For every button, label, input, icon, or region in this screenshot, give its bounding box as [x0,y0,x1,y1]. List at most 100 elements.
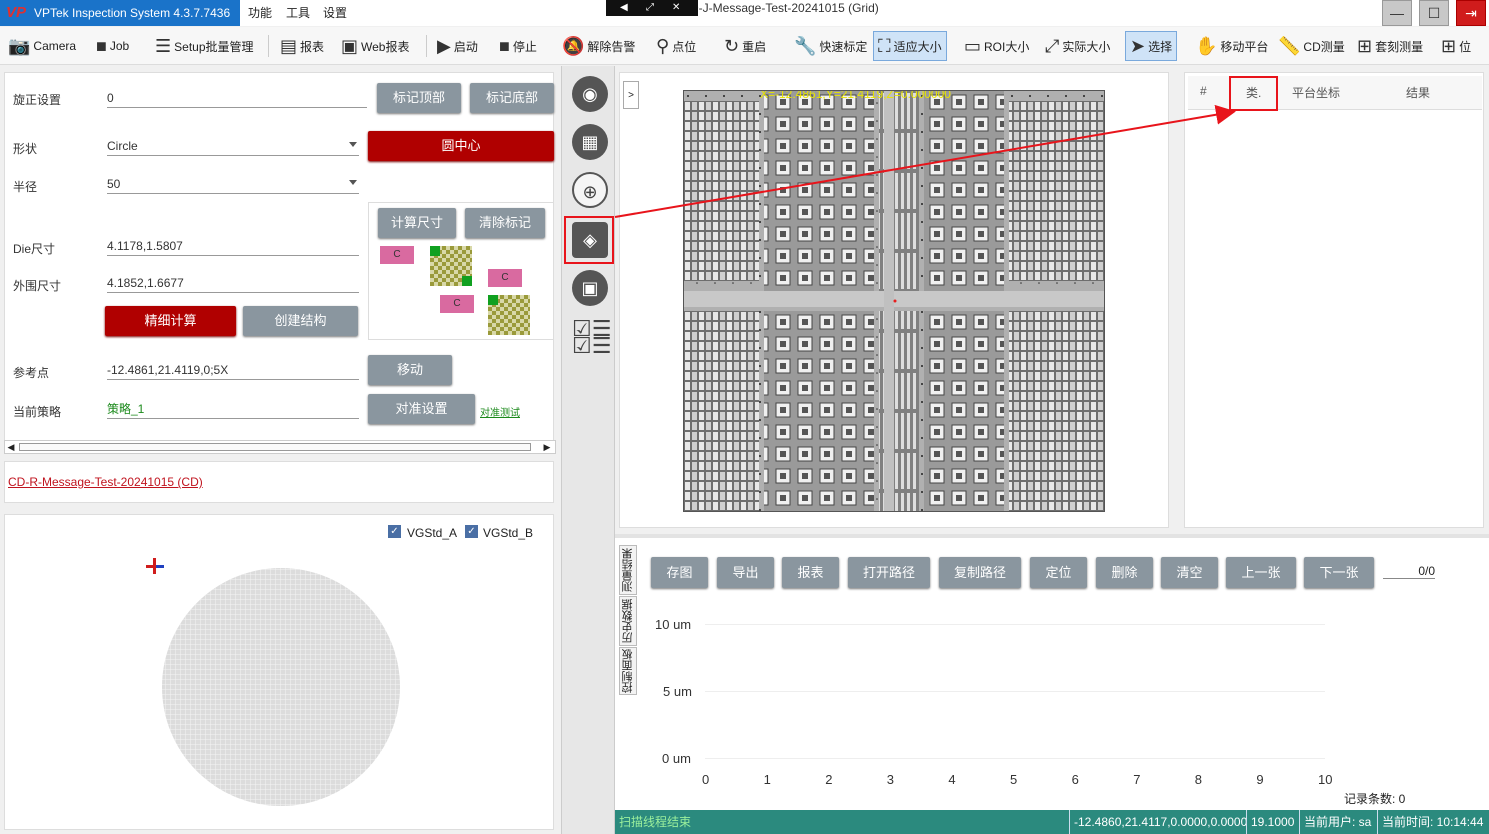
tab-history-data[interactable]: 历史数据 [619,596,637,646]
report-bottom-button[interactable]: 报表 [782,557,839,588]
position-button[interactable]: ⊞ 位 [1441,31,1471,61]
roi-icon: ▭ [964,36,982,56]
setup-batch-button[interactable]: ☰ Setup批量管理 [155,31,254,61]
outer-size-label: 外围尺寸 [13,279,62,293]
job-button[interactable]: ■ Job [96,31,129,61]
radius-select[interactable]: 50 [107,176,359,194]
scroll-left-icon[interactable]: ◀ [5,441,17,453]
menu-function[interactable]: 功能 [248,0,272,26]
corner-marker [430,246,440,256]
corner-marker [488,295,498,305]
hand-icon: ✋ [1195,36,1218,56]
mark-bottom-button[interactable]: 标记底部 [470,83,554,113]
tab-measurement-results[interactable]: 测量结果 [619,545,637,595]
start-button[interactable]: ▶ 启动 [437,31,478,61]
exit-button[interactable]: ⇥ [1456,0,1486,26]
app-logo: VP [6,4,27,21]
menu-tools[interactable]: 工具 [286,0,310,26]
col-header-index[interactable]: # [1200,84,1207,98]
roi-size-label: ROI大小 [984,39,1030,54]
move-button[interactable]: 移动 [368,355,452,385]
outer-size-input[interactable]: 4.1852,1.6677 [107,275,359,293]
clear-marks-button[interactable]: 清除标记 [465,208,545,238]
select-label: 选择 [1148,39,1173,54]
previous-button[interactable]: 上一张 [1226,557,1296,588]
shape-value: Circle [107,139,138,153]
quick-calibrate-button[interactable]: 🔧 快速标定 [794,31,867,61]
camera-label: Camera [33,39,77,53]
x-tick-label: 5 [1010,772,1018,787]
copy-path-button[interactable]: 复制路径 [939,557,1021,588]
vgstd-a-checkbox[interactable]: ✓ [388,525,401,538]
pattern-align-icon[interactable]: ◈ [572,222,608,258]
open-path-button[interactable]: 打开路径 [848,557,930,588]
delete-button[interactable]: 删除 [1096,557,1153,588]
align-settings-button[interactable]: 对准设置 [368,394,475,424]
mark-top-button[interactable]: 标记顶部 [377,83,461,113]
circle-center-button[interactable]: 圆中心 [368,131,554,161]
next-button[interactable]: 下一张 [1304,557,1374,588]
restart-label: 重启 [742,39,767,54]
annotation-arrow [614,104,1236,218]
export-button[interactable]: 导出 [717,557,774,588]
scroll-right-icon[interactable]: ▶ [541,441,553,453]
mark-c-tag: C [440,295,474,313]
checklist-icon[interactable]: ☑☰ ☑☰ [572,318,611,357]
media-control-bar: ◀ ⤢ ✕ [606,0,698,16]
create-structure-button[interactable]: 创建结构 [243,306,358,336]
move-stage-button[interactable]: ✋ 移动平台 [1195,31,1268,61]
horizontal-scrollbar[interactable]: ◀ ▶ [4,440,556,454]
recipe-link[interactable]: CD-R-Message-Test-20241015 (CD) [8,475,203,489]
restart-button[interactable]: ↻ 重启 [724,31,766,61]
minimize-button[interactable]: — [1382,0,1412,26]
actual-size-button[interactable]: ⤢ 实际大小 [1045,31,1110,61]
status-message: 扫描线程结束 [619,815,692,829]
col-header-stage-coords[interactable]: 平台坐标 [1292,84,1340,101]
shape-select[interactable]: Circle [107,138,359,156]
clear-button[interactable]: 清空 [1161,557,1218,588]
move-stage-label: 移动平台 [1220,39,1269,54]
point-label: 点位 [672,39,697,54]
rotation-label: 旋正设置 [13,93,62,107]
camera-button[interactable]: 📷 Camera [8,31,76,61]
stop-button[interactable]: ■ 停止 [499,31,537,61]
web-report-button[interactable]: ▣ Web报表 [341,31,409,61]
radius-value: 50 [107,177,121,191]
save-image-button[interactable]: 存图 [651,557,708,588]
fit-size-button[interactable]: ⛶ 适应大小 [873,31,947,61]
menu-settings[interactable]: 设置 [323,0,347,26]
mark-c-tag: C [380,246,414,264]
stop-icon: ■ [499,36,510,56]
die-size-input[interactable]: 4.1178,1.5807 [107,238,359,256]
vgstd-a-label: VGStd_A [407,526,458,540]
checklist-icon: ☰ [155,36,172,56]
vgstd-b-checkbox[interactable]: ✓ [465,525,478,538]
calc-size-button[interactable]: 计算尺寸 [378,208,456,238]
media-back-icon[interactable]: ◀ [620,0,628,16]
splitter[interactable] [615,534,1489,538]
locate-button[interactable]: 定位 [1030,557,1087,588]
image-icon[interactable]: ▣ [572,270,608,306]
wafer-die-map[interactable] [160,564,402,810]
report-button[interactable]: ▤ 报表 [280,31,324,61]
reference-point-input[interactable]: -12.4861,21.4119,0;5X [107,362,359,380]
strategy-value[interactable]: 策略_1 [107,401,359,419]
media-close-icon[interactable]: ✕ [672,0,680,16]
media-fullscreen-icon[interactable]: ⤢ [646,0,654,16]
overlay-measure-button[interactable]: ⊞ 套刻测量 [1357,31,1423,61]
tab-control-panel[interactable]: 控制面板 [619,647,637,695]
point-button[interactable]: ⚲ 点位 [656,31,696,61]
maximize-button[interactable]: ☐ [1419,0,1449,26]
quick-calibrate-label: 快速标定 [819,39,868,54]
x-tick-label: 9 [1256,772,1264,787]
align-test-link[interactable]: 对准测试 [480,404,520,419]
fine-calc-button[interactable]: 精细计算 [105,306,236,336]
clear-alarm-button[interactable]: 🔕 解除告警 [562,31,635,61]
col-header-result[interactable]: 结果 [1406,84,1430,101]
fit-size-label: 适应大小 [893,39,942,54]
cd-measure-button[interactable]: 📏 CD测量 [1278,31,1345,61]
roi-size-button[interactable]: ▭ ROI大小 [964,31,1029,61]
rotation-input[interactable]: 0 [107,90,367,108]
scroll-thumb[interactable] [19,443,531,451]
select-button[interactable]: ➤ 选择 [1125,31,1178,61]
